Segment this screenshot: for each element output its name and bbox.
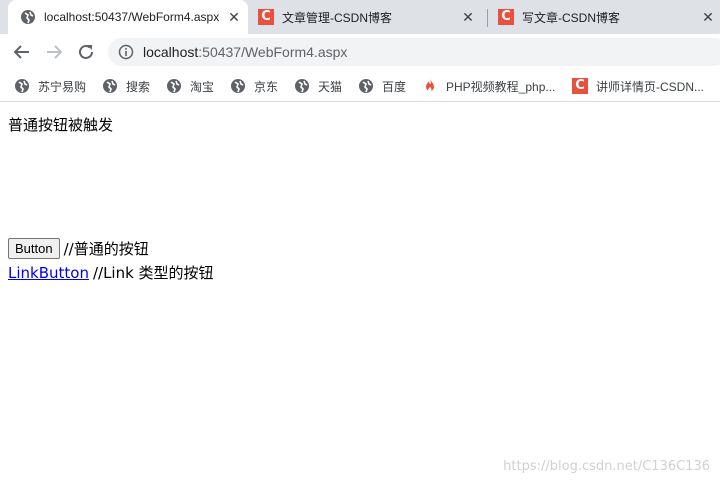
- bookmark-label: 淘宝: [190, 79, 215, 94]
- close-tab-icon[interactable]: ✕: [460, 9, 476, 25]
- bookmark-label: 搜索: [126, 79, 151, 94]
- globe-icon: [102, 78, 118, 94]
- bookmark-php-tutorial[interactable]: PHP视频教程_php...: [422, 77, 555, 95]
- tab-title: 文章管理-CSDN博客: [282, 10, 392, 25]
- bookmark-jd[interactable]: 京东: [230, 77, 278, 95]
- bookmark-taobao[interactable]: 淘宝: [166, 77, 214, 95]
- button-row: Button //普通的按钮: [8, 238, 149, 259]
- address-bar[interactable]: localhost:50437/WebForm4.aspx: [108, 38, 720, 66]
- url-host: localhost: [143, 44, 199, 60]
- csdn-icon: C: [572, 78, 588, 94]
- browser-toolbar: localhost:50437/WebForm4.aspx: [0, 34, 720, 70]
- csdn-icon: C: [498, 9, 514, 25]
- bookmark-label: 苏宁易购: [38, 79, 87, 94]
- bookmark-baidu[interactable]: 百度: [358, 77, 406, 95]
- tab-write-article[interactable]: C 写文章-CSDN博客 ✕: [492, 0, 720, 34]
- reload-icon[interactable]: [74, 40, 98, 64]
- bookmark-suning[interactable]: 苏宁易购: [14, 77, 86, 95]
- tab-divider: [487, 9, 488, 27]
- watermark: https://blog.csdn.net/C136C136: [503, 459, 710, 474]
- button-comment: //普通的按钮: [63, 240, 149, 258]
- forward-icon[interactable]: [42, 40, 66, 64]
- link-button[interactable]: LinkButton: [8, 264, 89, 282]
- normal-button[interactable]: Button: [8, 238, 60, 259]
- globe-icon: [230, 78, 246, 94]
- bookmarks-bar: 苏宁易购 搜索 淘宝 京东 天猫 百度 PHP视频教程_php... C 讲师详…: [0, 70, 720, 102]
- tab-article-management[interactable]: C 文章管理-CSDN博客 ✕: [252, 0, 482, 34]
- globe-icon: [166, 78, 182, 94]
- tab-title: 写文章-CSDN博客: [522, 10, 620, 25]
- bookmark-label: 百度: [382, 79, 407, 94]
- tab-title: localhost:50437/WebForm4.aspx: [44, 10, 220, 24]
- bookmark-label: 京东: [254, 79, 279, 94]
- link-row: LinkButton //Link 类型的按钮: [8, 262, 214, 283]
- url-path: :50437/WebForm4.aspx: [198, 44, 348, 60]
- back-icon[interactable]: [10, 40, 34, 64]
- bookmark-label: 讲师详情页-CSDN...: [596, 79, 705, 94]
- link-comment: //Link 类型的按钮: [92, 264, 214, 282]
- info-icon[interactable]: [118, 44, 134, 60]
- bookmark-label: 天猫: [318, 79, 343, 94]
- close-tab-icon[interactable]: ✕: [226, 9, 242, 25]
- tab-webform4[interactable]: localhost:50437/WebForm4.aspx ✕: [8, 0, 248, 34]
- bookmark-label: PHP视频教程_php...: [446, 79, 556, 94]
- page-content: 普通按钮被触发 Button //普通的按钮 LinkButton //Link…: [0, 103, 720, 482]
- globe-icon: [358, 78, 374, 94]
- bookmark-csdn-lecturer[interactable]: C 讲师详情页-CSDN...: [572, 77, 704, 95]
- bookmark-tmall[interactable]: 天猫: [294, 77, 342, 95]
- bookmark-search[interactable]: 搜索: [102, 77, 150, 95]
- globe-icon: [14, 78, 30, 94]
- status-label: 普通按钮被触发: [8, 116, 114, 134]
- tab-strip: localhost:50437/WebForm4.aspx ✕ C 文章管理-C…: [0, 0, 720, 34]
- globe-icon: [294, 78, 310, 94]
- close-tab-icon[interactable]: ✕: [700, 9, 716, 25]
- globe-icon: [20, 9, 36, 25]
- csdn-icon: C: [258, 9, 274, 25]
- flame-icon: [422, 78, 438, 94]
